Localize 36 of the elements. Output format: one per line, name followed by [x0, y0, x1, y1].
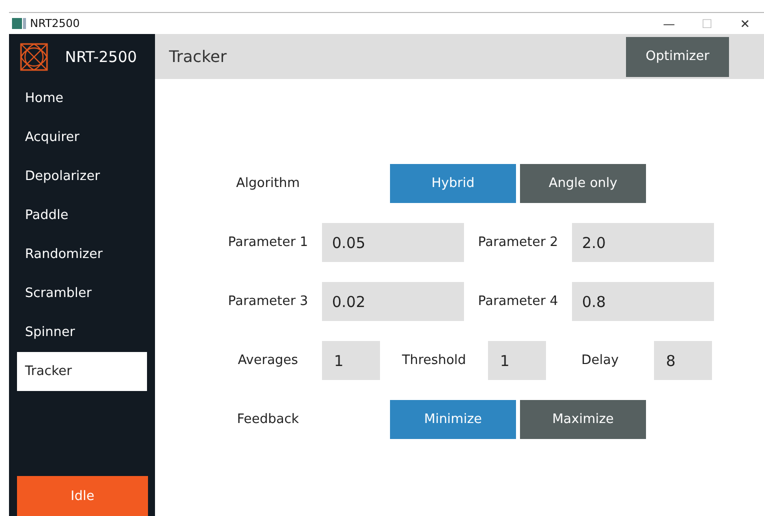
field-label: Parameter 4: [476, 294, 560, 309]
option-button[interactable]: Angle only: [520, 164, 646, 203]
logo-icon: [20, 42, 48, 70]
input-field[interactable]: 2.0: [572, 223, 714, 262]
field-label: Parameter 2: [476, 235, 560, 250]
field-label: Algorithm: [235, 176, 301, 191]
nav-item[interactable]: Home: [17, 79, 147, 118]
nav-item[interactable]: Acquirer: [17, 118, 147, 157]
input-field[interactable]: 0.02: [322, 282, 464, 321]
input-field[interactable]: 0.8: [572, 282, 714, 321]
input-field[interactable]: 1: [322, 341, 380, 380]
field-label: Feedback: [236, 412, 300, 427]
window-control[interactable]: —: [650, 16, 688, 30]
nav-item[interactable]: Tracker: [17, 352, 147, 391]
option-button[interactable]: Minimize: [390, 400, 516, 439]
option-button[interactable]: Hybrid: [390, 164, 516, 203]
page-title: Tracker: [169, 47, 227, 66]
field-label: Averages: [236, 353, 300, 368]
brand-name: NRT-2500: [65, 48, 137, 66]
nav-item[interactable]: Scrambler: [17, 274, 147, 313]
option-button[interactable]: Maximize: [520, 400, 646, 439]
window-title: NRT2500: [30, 17, 80, 30]
nav-item[interactable]: Spinner: [17, 313, 147, 352]
app-icon: [12, 18, 26, 29]
input-field[interactable]: 1: [488, 341, 546, 380]
field-label: Parameter 1: [226, 235, 310, 250]
input-field[interactable]: 8: [654, 341, 712, 380]
nav-item[interactable]: Randomizer: [17, 235, 147, 274]
field-label: Parameter 3: [226, 294, 310, 309]
input-field[interactable]: 0.05: [322, 223, 464, 262]
field-label: Delay: [580, 353, 620, 368]
field-label: Threshold: [400, 353, 468, 368]
optimizer-button[interactable]: Optimizer: [626, 36, 729, 76]
nav-item[interactable]: Depolarizer: [17, 157, 147, 196]
nav-item[interactable]: Paddle: [17, 196, 147, 235]
window-control[interactable]: ✕: [726, 16, 764, 30]
